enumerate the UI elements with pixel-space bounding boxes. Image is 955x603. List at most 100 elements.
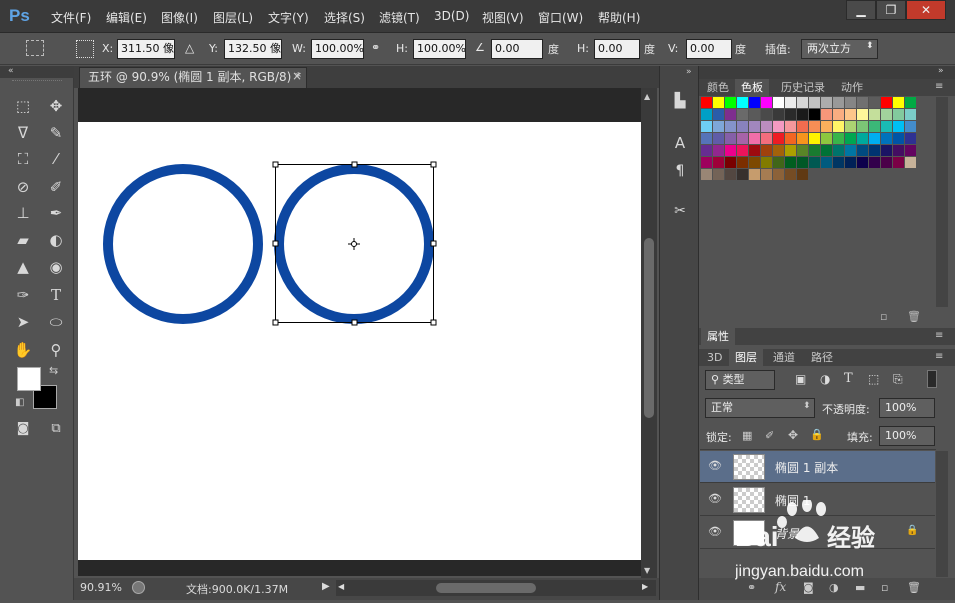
zoom-level[interactable]: 90.91% [80,581,122,594]
color-swatch[interactable] [725,145,736,156]
color-swatch[interactable] [773,109,784,120]
swatch-scrollbar[interactable] [936,97,948,307]
lasso-tool-icon[interactable]: ᐁ [12,122,34,144]
zoom-tool-icon[interactable]: ⚲ [45,339,67,361]
color-swatch[interactable] [821,121,832,132]
default-colors-icon[interactable]: ◧ [15,397,24,408]
color-swatch[interactable] [701,169,712,180]
color-swatch[interactable] [725,121,736,132]
color-swatch[interactable] [809,109,820,120]
color-swatch[interactable] [881,97,892,108]
fill-field[interactable]: 100% [879,426,935,446]
color-swatch[interactable] [881,145,892,156]
menu-file[interactable]: 文件(F) [51,9,91,26]
menu-image[interactable]: 图像(I) [161,9,198,26]
visibility-eye-icon[interactable]: 👁 [708,459,722,473]
minimize-button[interactable]: ▁ [846,0,876,20]
tab-color[interactable]: 颜色 [701,79,735,96]
tab-history[interactable]: 历史记录 [775,79,831,96]
color-swatch[interactable] [761,169,772,180]
color-swatch[interactable] [821,145,832,156]
color-swatch[interactable] [713,157,724,168]
close-button[interactable]: ✕ [906,0,946,20]
color-swatch[interactable] [893,145,904,156]
tools-grip[interactable] [12,80,62,83]
adjustment-layer-icon[interactable]: ◑ [829,581,839,594]
visibility-eye-icon[interactable]: 👁 [708,525,722,539]
color-swatch[interactable] [797,133,808,144]
layer-filter-select[interactable]: ⚲ 类型 [705,370,775,390]
color-swatch[interactable] [857,145,868,156]
color-swatch[interactable] [737,109,748,120]
color-swatch[interactable] [797,145,808,156]
dock-collapse-icon[interactable]: » [938,66,944,76]
color-swatch[interactable] [737,133,748,144]
menu-type[interactable]: 文字(Y) [268,9,309,26]
color-swatch[interactable] [785,109,796,120]
add-mask-icon[interactable]: ◙ [803,581,814,594]
screen-mode-icon[interactable]: ⧉ [45,418,67,440]
transform-center-icon[interactable] [348,238,360,250]
color-swatch[interactable] [725,109,736,120]
filter-adjustment-icon[interactable]: ◑ [820,372,830,386]
color-swatch[interactable] [809,145,820,156]
color-swatch[interactable] [905,97,916,108]
blur-tool-icon[interactable]: ▲ [12,256,34,278]
filter-smart-object-icon[interactable]: ⎘ [893,372,903,387]
scroll-down-icon[interactable]: ▼ [644,566,650,575]
color-swatch[interactable] [725,97,736,108]
paragraph-panel-icon[interactable]: ¶ [669,160,691,182]
clone-stamp-tool-icon[interactable]: ⊥ [12,202,34,224]
color-swatch[interactable] [761,157,772,168]
scroll-up-icon[interactable]: ▲ [644,92,650,101]
color-swatch[interactable] [905,133,916,144]
color-swatch[interactable] [749,121,760,132]
color-swatch[interactable] [797,121,808,132]
tab-channels[interactable]: 通道 [767,349,801,366]
tool-presets-icon[interactable]: ✂ [669,200,691,222]
hand-tool-icon[interactable]: ✋ [12,339,34,361]
width-field[interactable]: 100.00% [311,39,364,59]
document-tab[interactable]: 五环 @ 90.9% (椭圆 1 副本, RGB/8) * [79,67,307,88]
tab-actions[interactable]: 动作 [835,79,869,96]
reference-point-icon[interactable] [76,40,94,58]
color-swatch[interactable] [701,97,712,108]
x-field[interactable]: 311.50 像 [117,39,175,59]
color-swatch[interactable] [881,157,892,168]
tab-swatches[interactable]: 色板 [735,79,769,96]
vertical-scroll-thumb[interactable] [644,238,654,418]
layer-row-background[interactable]: 👁 背景 🔒 [700,517,935,549]
filter-shape-icon[interactable]: ⬚ [868,372,879,386]
menu-window[interactable]: 窗口(W) [538,9,583,26]
color-swatch[interactable] [713,145,724,156]
color-swatch[interactable] [881,121,892,132]
filter-type-icon[interactable]: T [844,371,853,386]
menu-filter[interactable]: 滤镜(T) [379,9,420,26]
vskew-field[interactable]: 0.00 [686,39,732,59]
color-swatch[interactable] [833,121,844,132]
color-swatch[interactable] [737,97,748,108]
lock-all-icon[interactable]: 🔒 [810,428,824,441]
color-swatch[interactable] [833,109,844,120]
color-swatch[interactable] [785,133,796,144]
color-swatch[interactable] [797,169,808,180]
color-swatch[interactable] [809,121,820,132]
color-swatch[interactable] [857,157,868,168]
opacity-field[interactable]: 100% [879,398,935,418]
menu-layer[interactable]: 图层(L) [213,9,253,26]
color-swatch[interactable] [869,145,880,156]
dock-header[interactable] [699,66,955,79]
status-menu-arrow-icon[interactable]: ▶ [322,581,330,592]
color-swatch[interactable] [893,121,904,132]
collapse-icon[interactable]: « [8,66,14,76]
color-swatch[interactable] [833,97,844,108]
color-swatch[interactable] [905,121,916,132]
color-swatch[interactable] [785,169,796,180]
eraser-tool-icon[interactable]: ▰ [12,229,34,251]
color-swatch[interactable] [773,169,784,180]
color-swatch[interactable] [869,157,880,168]
color-swatch[interactable] [773,133,784,144]
color-swatch[interactable] [713,109,724,120]
color-swatch[interactable] [857,109,868,120]
color-swatch[interactable] [713,133,724,144]
